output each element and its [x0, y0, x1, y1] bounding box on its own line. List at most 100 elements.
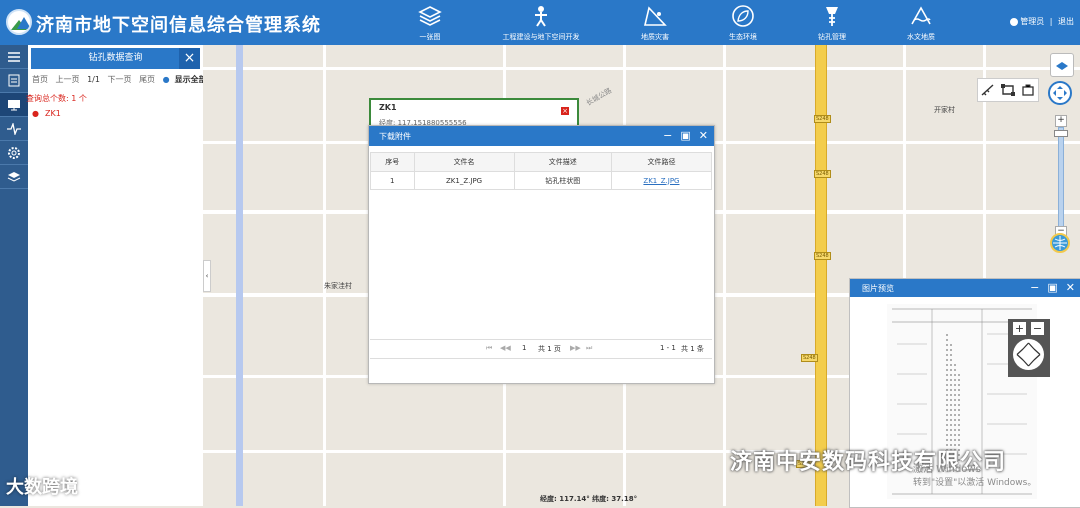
- nav-ecology[interactable]: 生态环境: [698, 4, 788, 42]
- nav-borehole[interactable]: 钻孔管理: [787, 4, 877, 42]
- maximize-icon[interactable]: ▣: [1047, 281, 1057, 294]
- maximize-icon[interactable]: ▣: [680, 129, 690, 142]
- nav-one-map[interactable]: 一张图: [385, 4, 475, 42]
- pulse-button[interactable]: [0, 117, 28, 141]
- close-icon[interactable]: ×: [561, 107, 569, 115]
- total-pages: 共 1 页: [538, 345, 561, 353]
- close-icon[interactable]: ✕: [699, 129, 708, 142]
- nav-construction[interactable]: 工程建设与地下空间开发: [496, 4, 586, 42]
- last-page-icon[interactable]: ⏭: [586, 344, 592, 353]
- leaf-icon: [732, 5, 754, 27]
- list-item[interactable]: ● ZK1: [32, 109, 203, 118]
- panel-title: 钻孔数据查询: [88, 53, 143, 63]
- col-index: 序号: [370, 152, 415, 172]
- location-pin-icon: ●: [162, 75, 170, 84]
- prev-page-link[interactable]: 上一页: [56, 75, 80, 84]
- table-pager: ⏮ ◀◀ 1 共 1 页 ▶▶ ⏭ 1 - 1 共 1 条: [370, 339, 712, 359]
- page-number-input[interactable]: 1: [522, 344, 526, 352]
- first-page-link[interactable]: 首页: [32, 75, 48, 84]
- zoom-slider[interactable]: [1058, 127, 1064, 227]
- globe-button[interactable]: [1050, 233, 1070, 253]
- app-title: 济南市地下空间信息综合管理系统: [36, 15, 321, 36]
- preview-zoom-out-button[interactable]: −: [1031, 322, 1044, 335]
- table-row[interactable]: 1 ZK1_Z.JPG 钻孔柱状图 ZK1_Z.JPG: [370, 171, 713, 190]
- pan-control[interactable]: [1048, 81, 1072, 105]
- document-button[interactable]: [0, 69, 28, 93]
- prev-page-icon[interactable]: ◀◀: [500, 344, 511, 352]
- menu-toggle-button[interactable]: [0, 45, 28, 69]
- coordinate-readout: 经度: 117.14° 纬度: 37.18°: [540, 495, 638, 503]
- next-page-icon[interactable]: ▶▶: [570, 344, 581, 352]
- user-icon: [1009, 17, 1018, 26]
- hydrology-icon: [911, 6, 931, 25]
- basemap-icon: [1056, 62, 1068, 70]
- record-total: 共 1 条: [681, 345, 704, 353]
- borehole-query-panel: 钻孔数据查询 × 首页 上一页 1/1 下一页 尾页 ●显示全部 返回 查询总个…: [26, 45, 232, 506]
- worker-icon: [535, 6, 547, 27]
- layers-icon: [418, 6, 442, 26]
- pan-arrows-icon: [1016, 342, 1041, 367]
- dot-icon: ●: [32, 109, 39, 118]
- result-count: 查询总个数: 1 个: [26, 94, 87, 103]
- settings-button[interactable]: [0, 141, 28, 165]
- app-header: 济南市地下空间信息综合管理系统 一张图 工程建设与地下空间开发 地质灾害 生态环…: [0, 0, 1080, 45]
- ruler-icon[interactable]: [981, 84, 995, 96]
- record-range: 1 - 1: [660, 344, 676, 352]
- map-toolbox: [977, 78, 1039, 102]
- pulse-icon: [7, 122, 21, 135]
- monitor-icon: [8, 99, 20, 110]
- preview-pan-control[interactable]: [1013, 339, 1044, 370]
- logout-link[interactable]: 退出: [1058, 17, 1074, 26]
- minimize-icon[interactable]: −: [663, 129, 672, 142]
- dialog-header: 下载附件 − ▣ ✕: [369, 126, 714, 146]
- road-shield: S248: [801, 354, 818, 362]
- activation-notice: 激活 Windows 转到"设置"以激活 Windows。: [913, 464, 1037, 488]
- dialog-title: 图片预览: [862, 284, 894, 293]
- side-toolbar: [0, 45, 28, 506]
- close-icon[interactable]: ✕: [1066, 281, 1075, 294]
- page-indicator: 1/1: [87, 75, 100, 84]
- nav-geohazard[interactable]: 地质灾害: [610, 4, 700, 42]
- logo-icon: [6, 9, 32, 35]
- table-header-row: 序号 文件名 文件描述 文件路径: [370, 152, 713, 172]
- minimize-icon[interactable]: −: [1030, 281, 1039, 294]
- polygon-icon[interactable]: [1001, 84, 1015, 96]
- place-label: 朱家洼村: [324, 282, 352, 290]
- preview-zoom-in-button[interactable]: +: [1013, 322, 1026, 335]
- last-page-link[interactable]: 尾页: [139, 75, 155, 84]
- user-name[interactable]: 管理员: [1020, 17, 1044, 26]
- eraser-icon[interactable]: [1021, 84, 1035, 96]
- close-icon[interactable]: ×: [179, 48, 200, 69]
- place-label: 开家村: [934, 106, 955, 114]
- layers-button[interactable]: [0, 165, 28, 189]
- panel-header: 钻孔数据查询 ×: [31, 48, 200, 69]
- road-shield: S248: [814, 115, 831, 123]
- user-area: 管理员 | 退出: [1009, 16, 1074, 27]
- nav-hydrology[interactable]: 水文地质: [876, 4, 966, 42]
- zoom-in-button[interactable]: +: [1055, 115, 1067, 127]
- borehole-popup: ZK1 × 经度: 117.151880555556: [369, 98, 579, 128]
- dialog-title: 下载附件: [379, 132, 411, 141]
- attachment-table: 序号 文件名 文件描述 文件路径 1 ZK1_Z.JPG 钻孔柱状图 ZK1_Z…: [370, 152, 713, 190]
- panel-collapse-handle[interactable]: ‹: [203, 260, 211, 292]
- drill-icon: [826, 7, 838, 26]
- preview-zoom-control: + −: [1008, 319, 1050, 377]
- road-shield: S248: [814, 252, 831, 260]
- monitor-button[interactable]: [0, 93, 28, 117]
- download-attachment-dialog: 下载附件 − ▣ ✕ 序号 文件名 文件描述 文件路径 1 ZK1_Z.JPG …: [368, 125, 715, 384]
- pan-arrows-icon: [1053, 86, 1067, 100]
- basemap-switch-button[interactable]: [1050, 53, 1074, 77]
- road-shield: S248: [814, 170, 831, 178]
- file-path-link[interactable]: ZK1_Z.JPG: [643, 177, 679, 185]
- col-path: 文件路径: [610, 152, 713, 172]
- dialog-header: 图片预览 − ▣ ✕: [850, 279, 1080, 297]
- document-icon: [8, 74, 20, 87]
- globe-icon: [1053, 236, 1067, 250]
- col-description: 文件描述: [513, 152, 612, 172]
- next-page-link[interactable]: 下一页: [108, 75, 132, 84]
- popup-title: ZK1: [379, 103, 397, 112]
- landslide-icon: [643, 6, 667, 26]
- gear-icon: [8, 146, 20, 159]
- zoom-slider-handle[interactable]: [1054, 130, 1068, 137]
- first-page-icon[interactable]: ⏮: [486, 344, 492, 353]
